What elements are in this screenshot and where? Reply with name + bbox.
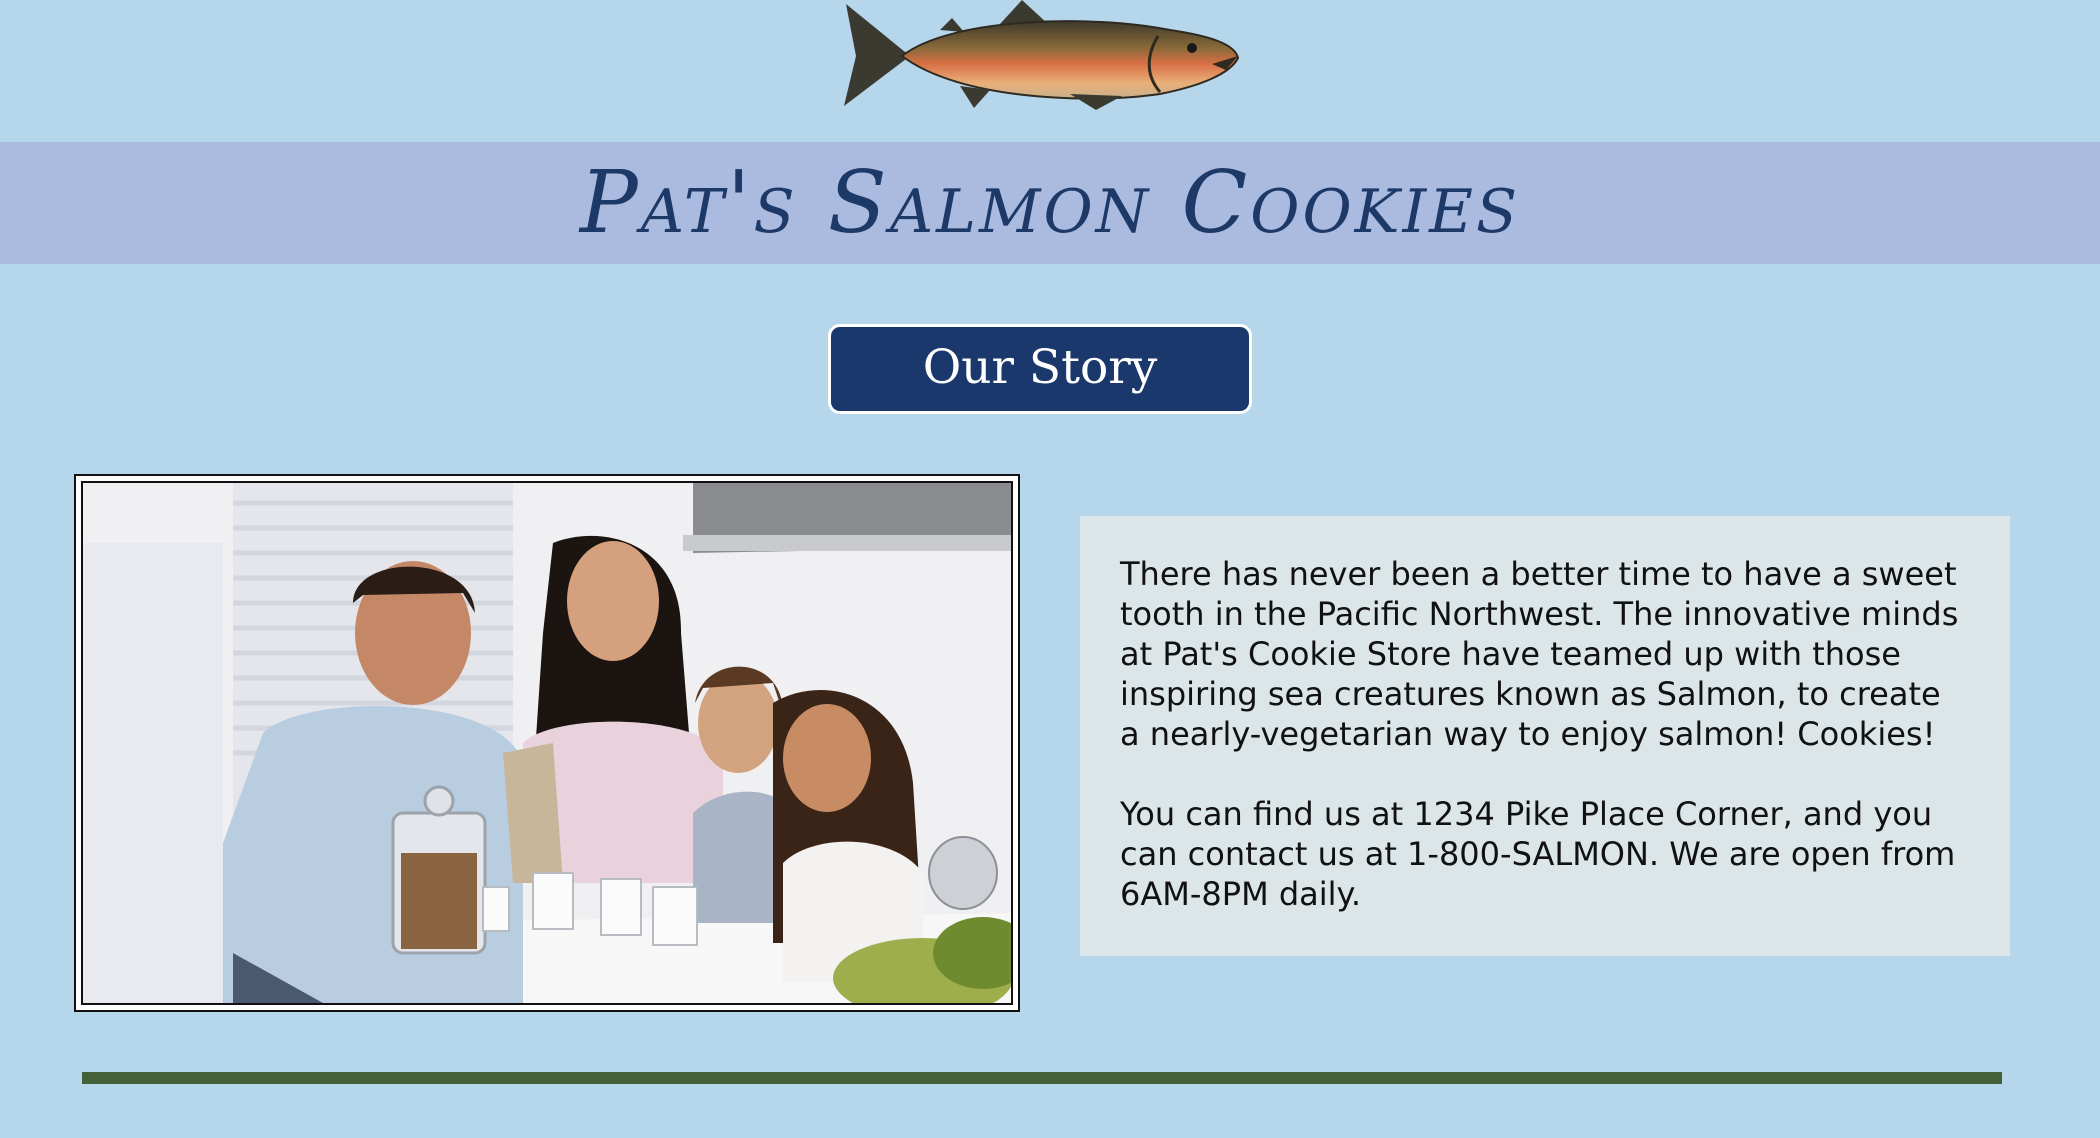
intro-paragraph: There has never been a better time to ha…	[1120, 555, 1959, 753]
contact-paragraph: You can find us at 1234 Pike Place Corne…	[1120, 795, 1956, 913]
about-text-box: There has never been a better time to ha…	[1080, 516, 2010, 956]
site-title: Pat's Salmon Cookies	[579, 153, 1521, 253]
family-photo-image	[83, 483, 1011, 1003]
title-banner: Pat's Salmon Cookies	[0, 142, 2100, 264]
salmon-fish-icon	[844, 0, 1240, 110]
footer-divider	[82, 1072, 2002, 1084]
family-photo	[81, 481, 1013, 1005]
family-photo-frame	[74, 474, 1020, 1012]
our-story-button[interactable]: Our Story	[828, 324, 1252, 414]
salmon-logo	[840, 0, 1244, 112]
